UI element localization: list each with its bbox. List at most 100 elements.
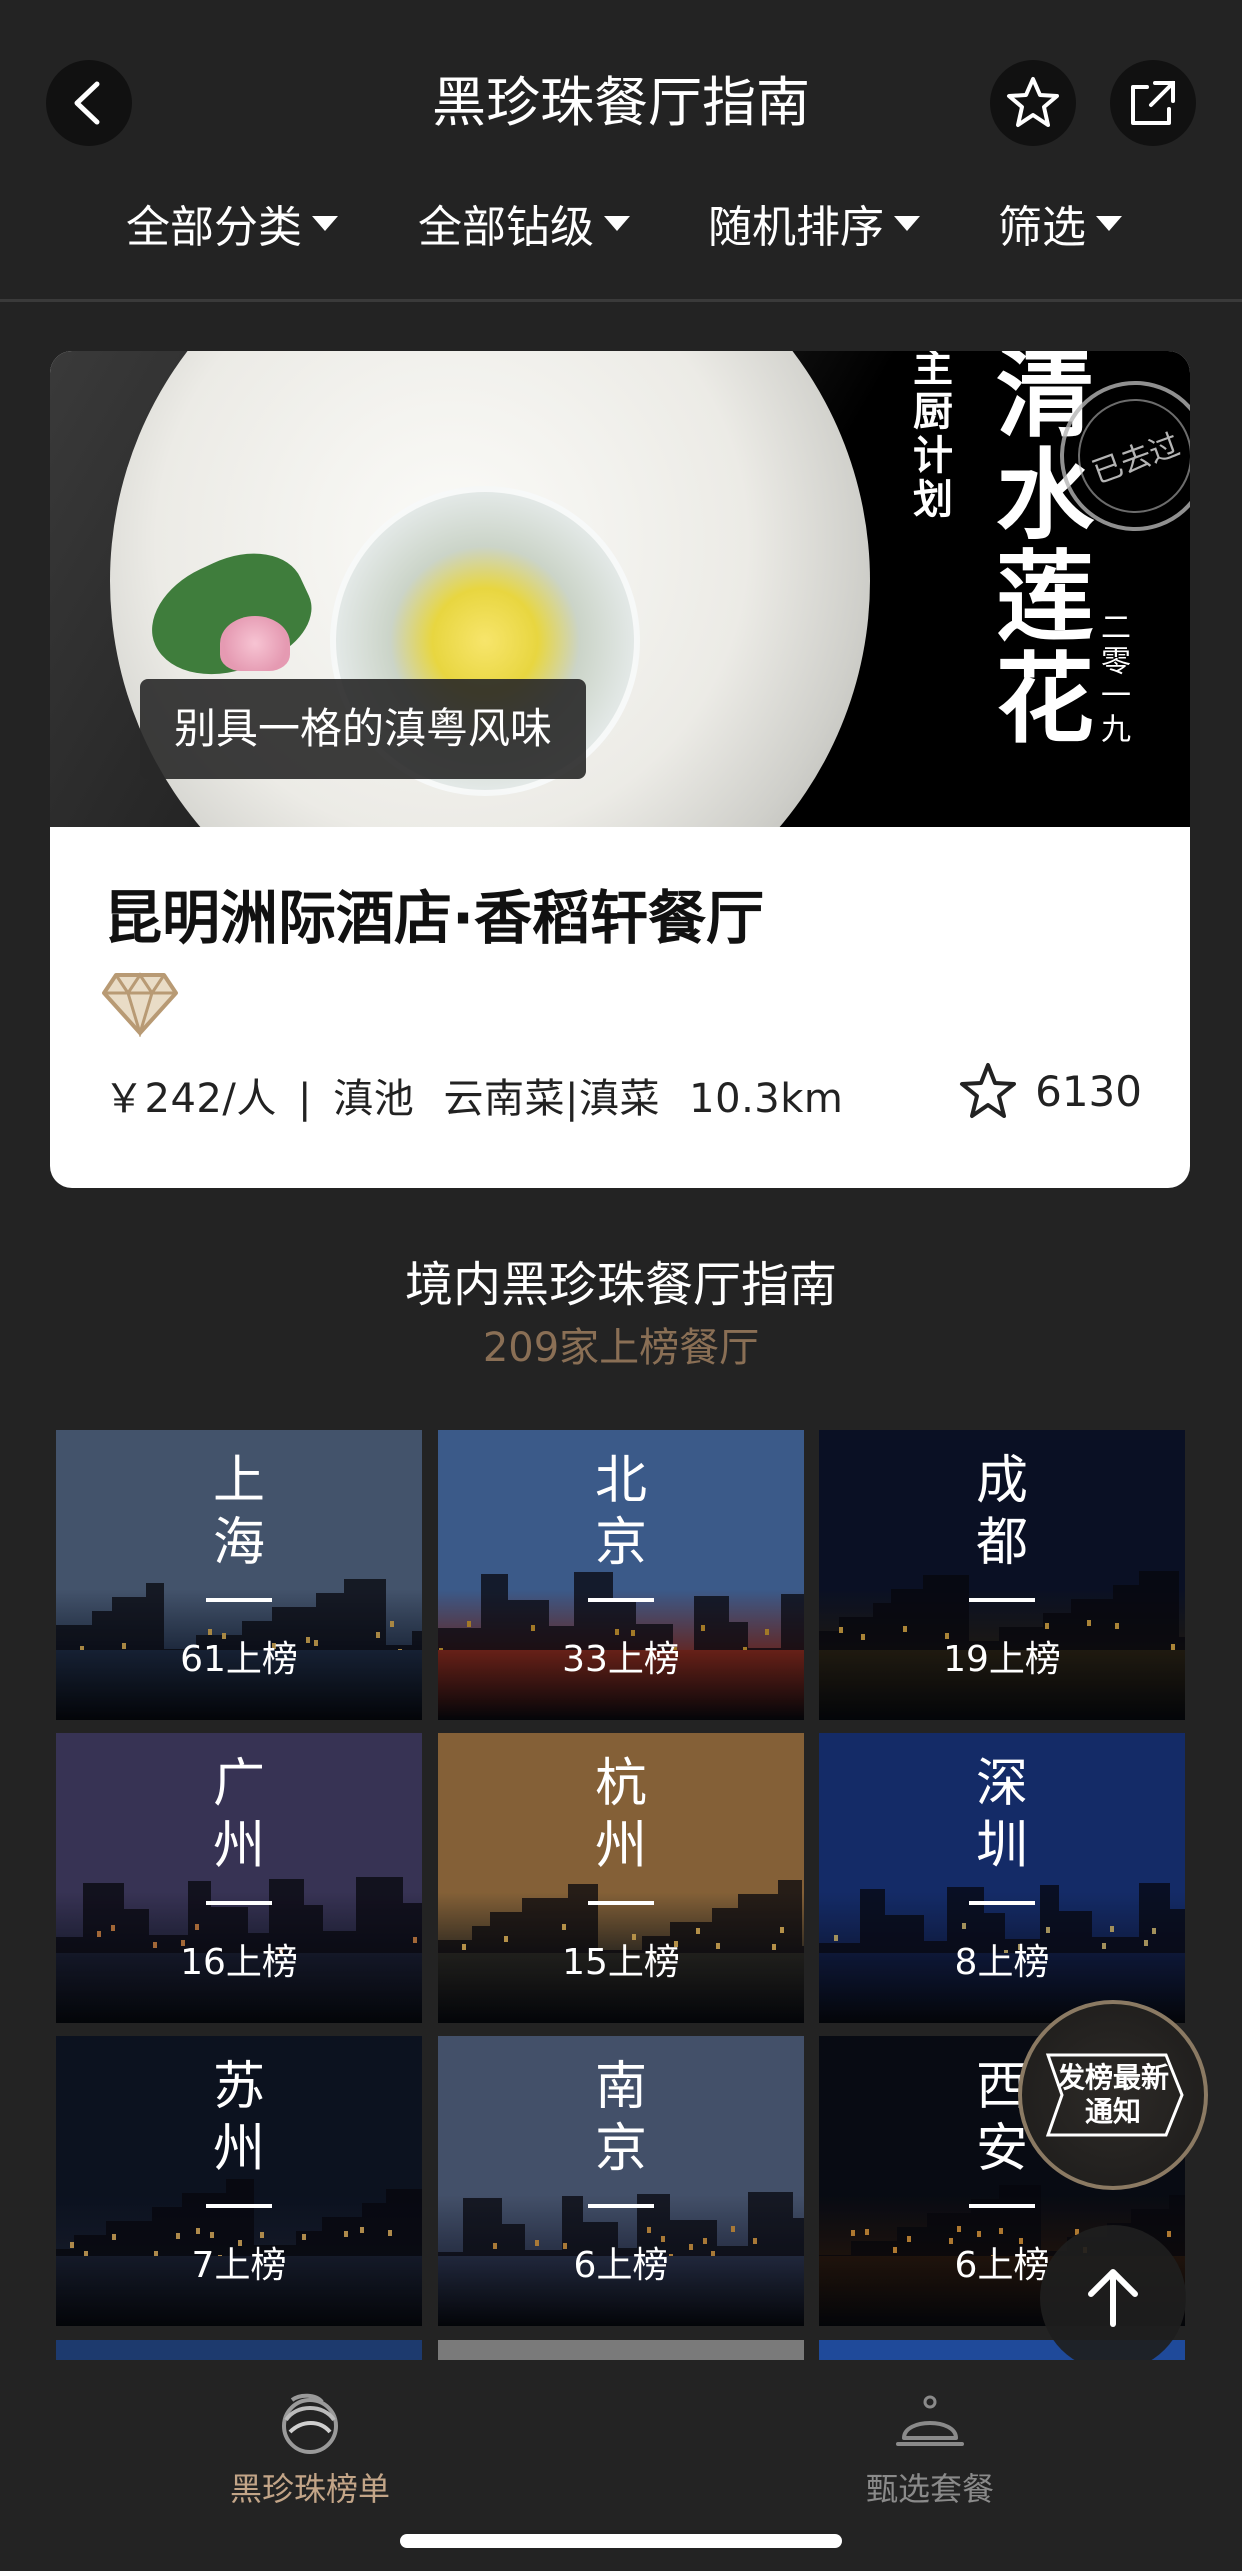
city-name: 上海 [56, 1450, 422, 1574]
city-divider [206, 1598, 272, 1602]
city-count: 15上榜 [562, 1942, 680, 1983]
scroll-top-button[interactable] [1040, 2225, 1186, 2371]
caret-down-icon [312, 215, 338, 231]
filter-label: 全部钻级 [418, 202, 594, 253]
arrow-up-icon [1088, 2269, 1138, 2327]
city-name: 成都 [819, 1450, 1185, 1574]
filter-label: 随机排序 [708, 202, 884, 253]
city-tile[interactable]: 成都 19上榜 [819, 1430, 1185, 1720]
city-tile-partial[interactable] [56, 2340, 422, 2360]
city-name-char: 上 [212, 1451, 265, 1511]
city-name-char: 州 [212, 2119, 265, 2179]
filter-bar: 全部分类 全部钻级 随机排序 筛选 [0, 180, 1242, 266]
city-name-char: 州 [212, 1816, 265, 1876]
caret-down-icon [894, 215, 920, 231]
city-name-char: 圳 [975, 1816, 1028, 1876]
header-divider [0, 299, 1242, 302]
city-divider [588, 2204, 654, 2208]
city-count: 8上榜 [954, 1942, 1050, 1983]
section-title: 境内黑珍珠餐厅指南 [404, 1257, 837, 1313]
tab-black-pearl-list[interactable]: 黑珍珠榜单 [180, 2390, 440, 2510]
price: ￥242/人 [104, 1076, 277, 1122]
city-tile[interactable]: 北京 33上榜 [438, 1430, 804, 1720]
star-outline-icon [960, 1063, 1017, 1118]
city-name-char: 京 [594, 1513, 647, 1573]
city-divider [969, 2204, 1035, 2208]
city-name-char: 州 [594, 1816, 647, 1876]
cloche-icon [896, 2395, 964, 2446]
city-name-char: 南 [594, 2057, 647, 2117]
filter-label: 全部分类 [126, 202, 302, 253]
filter-more[interactable]: 筛选 [998, 180, 1122, 266]
distance: 10.3km [689, 1076, 844, 1122]
city-tile[interactable]: 上海 61上榜 [56, 1430, 422, 1720]
home-indicator [400, 2534, 842, 2548]
notify-button[interactable]: 发榜最新 通知 [1018, 2000, 1208, 2190]
stamp-text: 已去过 [1087, 427, 1185, 492]
meta-separator: | [298, 1076, 313, 1122]
city-name: 广州 [56, 1753, 422, 1877]
notify-line1: 发榜最新 [1056, 2061, 1169, 2094]
city-tile[interactable]: 广州 16上榜 [56, 1733, 422, 2023]
notify-label: 发榜最新 通知 [1038, 2047, 1188, 2143]
tab-selected-packages[interactable]: 甄选套餐 [800, 2390, 1060, 2510]
city-count: 7上榜 [191, 2245, 287, 2286]
filter-sort[interactable]: 随机排序 [708, 180, 920, 266]
city-name-char: 杭 [594, 1754, 647, 1814]
city-name-char: 广 [212, 1754, 265, 1814]
city-name: 北京 [438, 1450, 804, 1574]
caret-down-icon [604, 215, 630, 231]
tab-label: 黑珍珠榜单 [229, 2470, 390, 2508]
page: 黑珍珠餐厅指南 全部分类 全部钻级 随机排序 筛选 主厨计划 清水莲花 二零一九… [0, 0, 1242, 2571]
city-name: 深圳 [819, 1753, 1185, 1877]
cuisine: 云南菜|滇菜 [443, 1076, 660, 1122]
image-side-text: 主厨计划 [906, 351, 953, 522]
notify-line2: 通知 [1084, 2095, 1141, 2128]
image-tag: 别具一格的滇粤风味 [140, 679, 587, 779]
city-count: 61上榜 [180, 1639, 298, 1680]
city-divider [588, 1901, 654, 1905]
city-tile-partial[interactable] [438, 2340, 804, 2360]
district: 滇池 [333, 1076, 415, 1122]
restaurant-meta: ￥242/人 | 滇池 云南菜|滇菜 10.3km [104, 1066, 843, 1124]
share-icon [1131, 81, 1175, 125]
city-name-char: 深 [975, 1754, 1028, 1814]
city-name-char: 苏 [212, 2057, 265, 2117]
tab-label: 甄选套餐 [865, 2470, 994, 2508]
filter-label: 筛选 [998, 202, 1086, 253]
city-name-char: 成 [975, 1451, 1028, 1511]
city-tile[interactable]: 苏州 7上榜 [56, 2036, 422, 2326]
city-divider [969, 1598, 1035, 1602]
city-tile[interactable]: 南京 6上榜 [438, 2036, 804, 2326]
city-divider [206, 2204, 272, 2208]
city-divider [206, 1901, 272, 1905]
city-count: 6上榜 [573, 2245, 669, 2286]
header: 黑珍珠餐厅指南 全部分类 全部钻级 随机排序 筛选 [0, 0, 1242, 302]
star-icon [1007, 77, 1059, 127]
restaurant-name: 昆明洲际酒店·香稻轩餐厅 [104, 884, 765, 952]
city-count: 19上榜 [943, 1639, 1061, 1680]
section-subtitle: 209家上榜餐厅 [482, 1325, 760, 1371]
caret-down-icon [1096, 215, 1122, 231]
filter-diamond-level[interactable]: 全部钻级 [418, 180, 630, 266]
favorite-button[interactable] [990, 60, 1076, 146]
city-name: 杭州 [438, 1753, 804, 1877]
filter-category[interactable]: 全部分类 [126, 180, 338, 266]
restaurant-image: 主厨计划 清水莲花 二零一九 已去过 别具一格的滇粤风味 [50, 351, 1190, 827]
city-name: 南京 [438, 2056, 804, 2180]
diamond-icon [102, 972, 178, 1037]
lotus-flower-graphic [220, 616, 290, 671]
favorite-count-value: 6130 [1035, 1066, 1142, 1116]
city-tile[interactable]: 杭州 15上榜 [438, 1733, 804, 2023]
city-name-char: 海 [212, 1513, 265, 1573]
featured-restaurant-card[interactable]: 主厨计划 清水莲花 二零一九 已去过 别具一格的滇粤风味 昆明洲际酒店·香稻轩餐… [50, 351, 1190, 1188]
city-divider [969, 1901, 1035, 1905]
city-name: 苏州 [56, 2056, 422, 2180]
city-name-char: 北 [594, 1451, 647, 1511]
city-divider [588, 1598, 654, 1602]
city-tile[interactable]: 深圳 8上榜 [819, 1733, 1185, 2023]
pearl-icon [282, 2393, 338, 2454]
share-button[interactable] [1110, 60, 1196, 146]
favorite-count[interactable]: 6130 [957, 1056, 1142, 1126]
city-count: 33上榜 [562, 1639, 680, 1680]
